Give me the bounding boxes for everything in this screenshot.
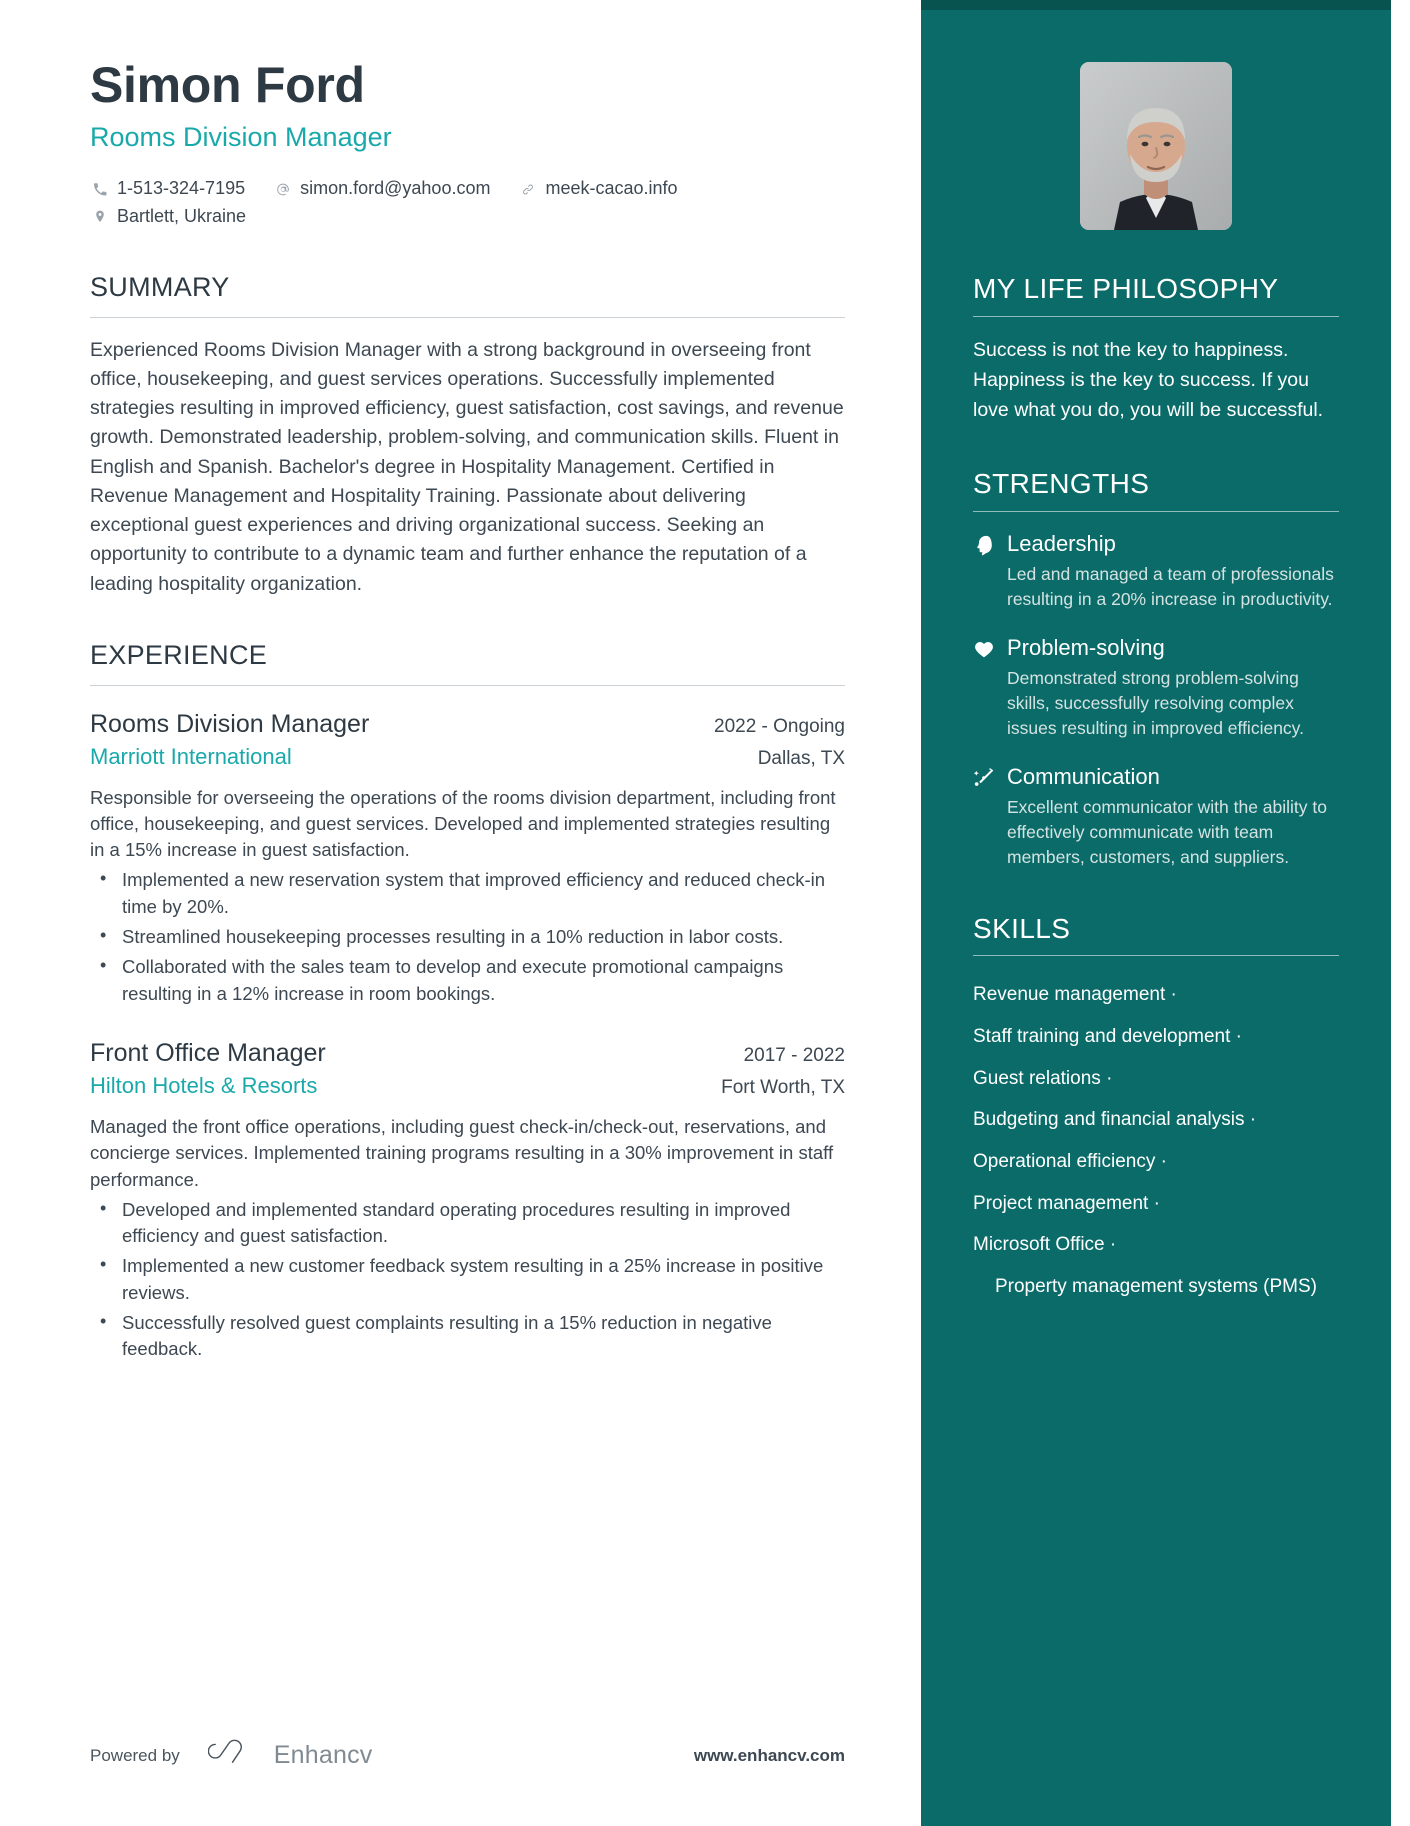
head-profile-icon <box>973 530 1007 611</box>
enhancv-logo-icon <box>207 1739 262 1772</box>
experience-entry-subheader: Marriott International Dallas, TX <box>90 742 845 772</box>
philosophy-text: Success is not the key to happiness. Hap… <box>973 338 1324 422</box>
strength-title: Communication <box>1007 764 1160 790</box>
experience-company[interactable]: Hilton Hotels & Resorts <box>90 1071 317 1101</box>
skill-item: Project management · <box>973 1192 1160 1214</box>
strengths-section: STRENGTHS Leadership Led and managed a t… <box>973 469 1339 869</box>
strength-item: Communication Excellent communicator wit… <box>973 763 1339 869</box>
shooting-star-icon <box>973 763 1007 869</box>
strengths-heading: STRENGTHS <box>973 468 1150 500</box>
strength-title: Leadership <box>1007 531 1116 557</box>
experience-role: Rooms Division Manager <box>90 709 370 738</box>
candidate-name: Simon Ford <box>90 57 365 113</box>
contact-location: Bartlett, Ukraine <box>90 203 246 231</box>
main-column: Simon Ford Rooms Division Manager 1-513-… <box>0 0 921 1826</box>
experience-dates: 2017 - 2022 <box>743 1044 845 1066</box>
experience-heading: EXPERIENCE <box>90 639 268 670</box>
heart-icon <box>973 634 1007 740</box>
location-pin-icon <box>90 209 110 224</box>
skill-item: Budgeting and financial analysis · <box>973 1109 1257 1131</box>
avatar <box>1080 62 1232 230</box>
experience-bullet: Successfully resolved guest complaints r… <box>90 1309 845 1363</box>
experience-location: Dallas, TX <box>757 748 845 769</box>
skill-item: Guest relations · <box>973 1067 1113 1089</box>
skills-section: SKILLS Revenue management · Staff traini… <box>973 912 1339 1308</box>
strengths-divider <box>973 511 1339 513</box>
strength-title: Problem-solving <box>1007 635 1165 661</box>
strength-body: Leadership Led and managed a team of pro… <box>1007 530 1339 611</box>
phone-icon <box>90 182 110 197</box>
contact-email-value: simon.ford@yahoo.com <box>300 178 491 199</box>
sidebar-top-strip <box>921 0 1391 10</box>
experience-entry: Front Office Manager 2017 - 2022 Hilton … <box>90 1037 845 1363</box>
link-icon <box>518 182 538 197</box>
contact-info: 1-513-324-7195 simon.ford@yahoo.com meek… <box>90 175 845 231</box>
strength-description: Led and managed a team of professionals … <box>1007 563 1334 609</box>
experience-bullet-list: Developed and implemented standard opera… <box>90 1196 845 1363</box>
experience-bullet-list: Implemented a new reservation system tha… <box>90 866 845 1007</box>
summary-text: Experienced Rooms Division Manager with … <box>90 338 844 595</box>
contact-phone-value: 1-513-324-7195 <box>117 178 246 199</box>
strength-body: Communication Excellent communicator wit… <box>1007 763 1339 869</box>
contact-email[interactable]: simon.ford@yahoo.com <box>273 175 490 203</box>
skill-item: Property management systems (PMS) <box>994 1275 1318 1297</box>
skill-item: Microsoft Office · <box>973 1234 1117 1256</box>
strength-description: Excellent communicator with the ability … <box>1007 796 1327 867</box>
contact-row-location: Bartlett, Ukraine <box>90 203 845 231</box>
skill-item: Revenue management · <box>973 984 1177 1006</box>
experience-bullet: Developed and implemented standard opera… <box>90 1196 845 1250</box>
skills-divider <box>973 955 1339 957</box>
strength-item: Leadership Led and managed a team of pro… <box>973 530 1339 611</box>
contact-location-value: Bartlett, Ukraine <box>117 205 247 226</box>
experience-location: Fort Worth, TX <box>721 1077 845 1099</box>
experience-entry-header: Front Office Manager 2017 - 2022 <box>90 1037 845 1070</box>
skill-item: Operational efficiency · <box>973 1150 1167 1172</box>
candidate-job-title: Rooms Division Manager <box>90 122 392 152</box>
contact-website-value: meek-cacao.info <box>545 178 678 199</box>
experience-company[interactable]: Marriott International <box>90 742 292 772</box>
philosophy-section: MY LIFE PHILOSOPHY Success is not the ke… <box>973 273 1339 425</box>
experience-bullet: Streamlined housekeeping processes resul… <box>90 923 845 950</box>
strength-description: Demonstrated strong problem-solving skil… <box>1007 667 1304 738</box>
experience-entry-header: Rooms Division Manager 2022 - Ongoing <box>90 708 845 741</box>
strength-body: Problem-solving Demonstrated strong prob… <box>1007 634 1339 740</box>
footer-url[interactable]: www.enhancv.com <box>694 1746 845 1766</box>
experience-description: Managed the front office operations, inc… <box>90 1116 834 1190</box>
skill-item: Staff training and development · <box>973 1025 1242 1047</box>
enhancv-brand: Enhancv <box>207 1739 373 1772</box>
experience-entry-subheader: Hilton Hotels & Resorts Fort Worth, TX <box>90 1071 845 1101</box>
experience-bullet: Implemented a new customer feedback syst… <box>90 1252 845 1306</box>
skills-heading: SKILLS <box>973 912 1071 944</box>
experience-bullet: Implemented a new reservation system tha… <box>90 866 845 920</box>
skills-list: Revenue management · Staff training and … <box>973 974 1339 1307</box>
summary-section: SUMMARY Experienced Rooms Division Manag… <box>90 271 845 599</box>
experience-description: Responsible for overseeing the operation… <box>90 786 836 861</box>
experience-bullet: Collaborated with the sales team to deve… <box>90 953 845 1007</box>
enhancv-wordmark: Enhancv <box>273 1741 373 1769</box>
page-footer: Powered by Enhancv www.enhancv.com <box>90 1739 845 1772</box>
strength-item: Problem-solving Demonstrated strong prob… <box>973 634 1339 740</box>
experience-role: Front Office Manager <box>90 1038 326 1067</box>
avatar-wrapper <box>973 62 1339 230</box>
summary-divider <box>90 316 845 318</box>
summary-heading: SUMMARY <box>90 271 230 302</box>
resume-page: Simon Ford Rooms Division Manager 1-513-… <box>0 0 1410 1826</box>
experience-entry: Rooms Division Manager 2022 - Ongoing Ma… <box>90 708 845 1007</box>
contact-phone[interactable]: 1-513-324-7195 <box>90 175 245 203</box>
sidebar: MY LIFE PHILOSOPHY Success is not the ke… <box>921 0 1391 1826</box>
experience-section: EXPERIENCE Rooms Division Manager 2022 -… <box>90 639 845 1363</box>
header-block: Simon Ford Rooms Division Manager 1-513-… <box>90 56 845 231</box>
experience-divider <box>90 684 845 686</box>
philosophy-divider <box>973 315 1339 317</box>
powered-by-label: Powered by <box>90 1745 180 1765</box>
philosophy-heading: MY LIFE PHILOSOPHY <box>973 273 1279 304</box>
contact-row-primary: 1-513-324-7195 simon.ford@yahoo.com meek… <box>90 175 845 203</box>
email-icon <box>273 182 293 197</box>
contact-website[interactable]: meek-cacao.info <box>518 175 678 203</box>
experience-dates: 2022 - Ongoing <box>714 715 845 737</box>
